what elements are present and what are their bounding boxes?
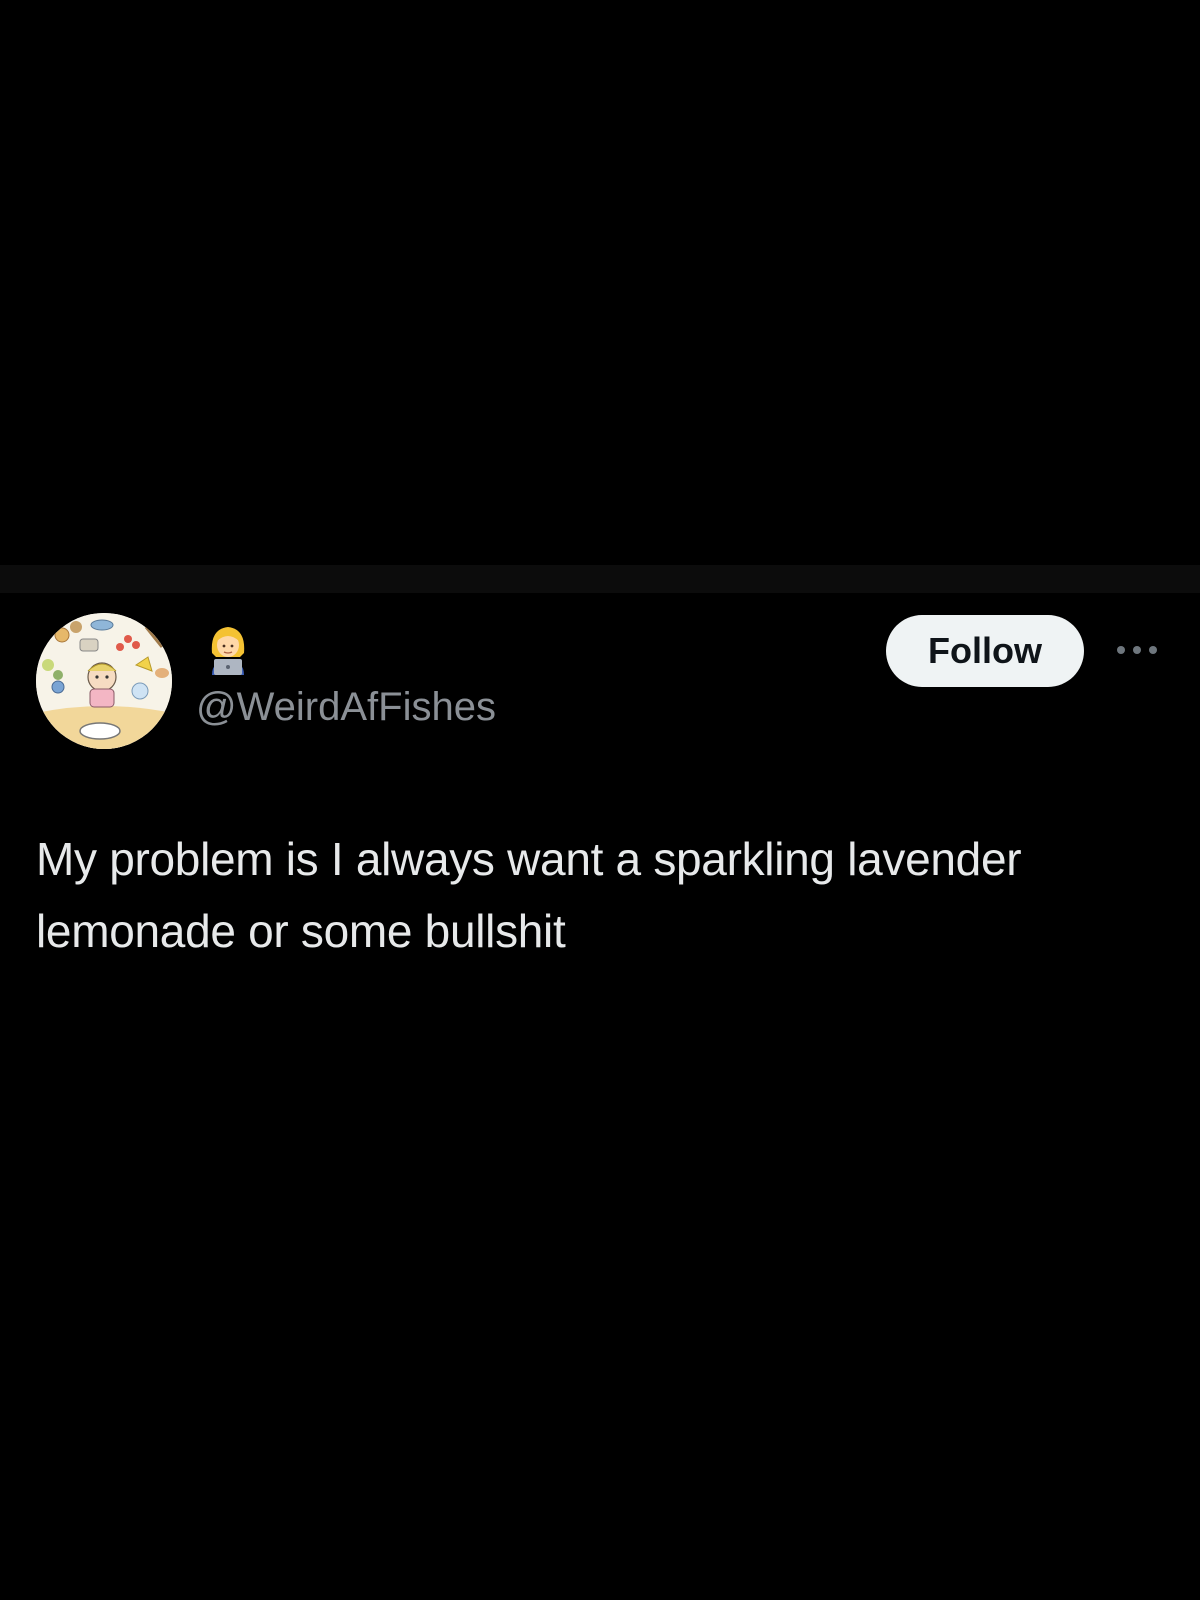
section-divider — [0, 565, 1200, 593]
avatar-illustration — [36, 613, 172, 749]
woman-technologist-emoji-icon — [206, 623, 250, 675]
avatar[interactable] — [36, 613, 172, 749]
more-options-icon[interactable] — [1112, 635, 1162, 665]
follow-button[interactable]: Follow — [886, 615, 1084, 687]
user-handle[interactable]: @WeirdAfFishes — [196, 683, 496, 731]
post-text: My problem is I always want a sparkling … — [36, 833, 1022, 957]
